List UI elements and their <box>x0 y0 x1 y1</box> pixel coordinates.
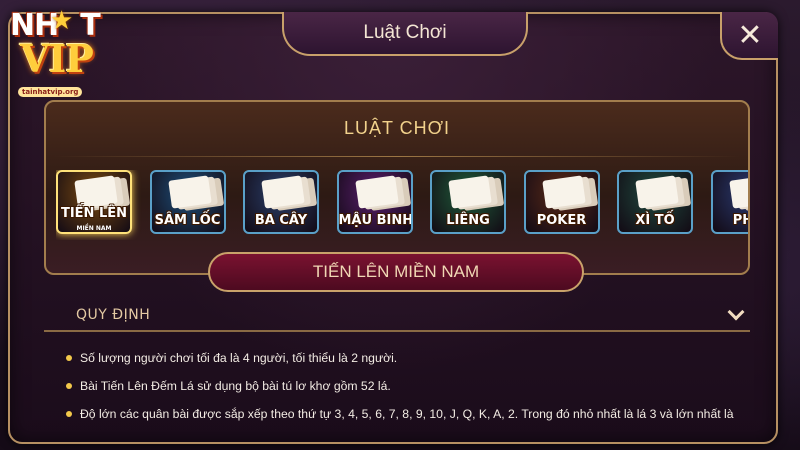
game-tile[interactable]: POKER <box>523 170 600 234</box>
rules-list: Số lượng người chơi tối đa là 4 người, t… <box>66 350 756 434</box>
card-icon <box>354 175 399 209</box>
logo-star-icon: ★ <box>50 6 74 36</box>
card-icon <box>167 175 212 209</box>
game-tile[interactable]: MẬU BINH <box>336 170 413 234</box>
panel-title: LUẬT CHƠI <box>343 118 451 138</box>
card-icon <box>541 175 586 209</box>
logo-text-vip: VIP <box>20 36 94 81</box>
nhatvip-logo: NH T ★ VIP tainhatvip.org <box>4 2 108 106</box>
rules-dialog: Luật Chơi ✕ LUẬT CHƠI TIẾN LÊN MIỀN NAM SÂ… <box>8 12 778 444</box>
card-icon <box>635 175 679 209</box>
game-tile[interactable]: TIẾN LÊN MIỀN NAM <box>56 170 132 234</box>
game-tile-label: MẬU BINH <box>338 213 413 228</box>
rule-item: Bài Tiến Lên Đếm Lá sử dụng bộ bài tú lơ… <box>66 378 756 394</box>
game-tile[interactable]: XÌ TỐ <box>617 170 693 234</box>
card-icon <box>261 175 305 209</box>
chevron-down-icon[interactable] <box>727 303 745 321</box>
dialog-title: Luật Chơi <box>363 22 447 43</box>
game-tile[interactable]: LIÊNG <box>430 170 506 234</box>
selected-game-banner: TIẾN LÊN MIỀN NAM <box>208 252 584 292</box>
game-tile-label: TIẾN LÊN <box>60 206 128 221</box>
rule-item: Số lượng người chơi tối đa là 4 người, t… <box>66 350 756 366</box>
rule-item: Độ lớn các quân bài được sắp xếp theo th… <box>66 406 756 422</box>
game-tile-sublabel: MIỀN NAM <box>76 225 112 232</box>
game-tile[interactable]: SÂM LỐC <box>149 170 226 234</box>
game-tile[interactable]: PHỎ <box>710 170 748 234</box>
logo-site: tainhatvip.org <box>18 87 83 97</box>
game-tile[interactable]: BA CÂY <box>243 170 319 234</box>
game-tile-label: XÌ TỐ <box>635 213 675 228</box>
card-icon <box>728 175 748 209</box>
game-tile-label: SÂM LỐC <box>154 213 221 228</box>
game-select-panel: LUẬT CHƠI TIẾN LÊN MIỀN NAM SÂM LỐC BA CÂY M… <box>44 100 750 275</box>
card-icon <box>74 175 118 209</box>
card-icon <box>448 175 492 209</box>
game-tile-label: BA CÂY <box>254 213 308 228</box>
game-tile-label: POKER <box>536 213 587 228</box>
section-quy-dinh-header[interactable]: QUY ĐỊNH <box>44 300 750 332</box>
panel-divider <box>54 156 740 157</box>
dialog-title-tab: Luật Chơi <box>282 12 528 56</box>
game-tile-label: LIÊNG <box>446 213 490 228</box>
section-title: QUY ĐỊNH <box>76 307 151 323</box>
game-list: TIẾN LÊN MIỀN NAM SÂM LỐC BA CÂY MẬU BINH LIÊ… <box>56 170 748 240</box>
close-button[interactable]: ✕ <box>720 12 778 60</box>
game-tile-label: PHỎ <box>732 213 748 228</box>
